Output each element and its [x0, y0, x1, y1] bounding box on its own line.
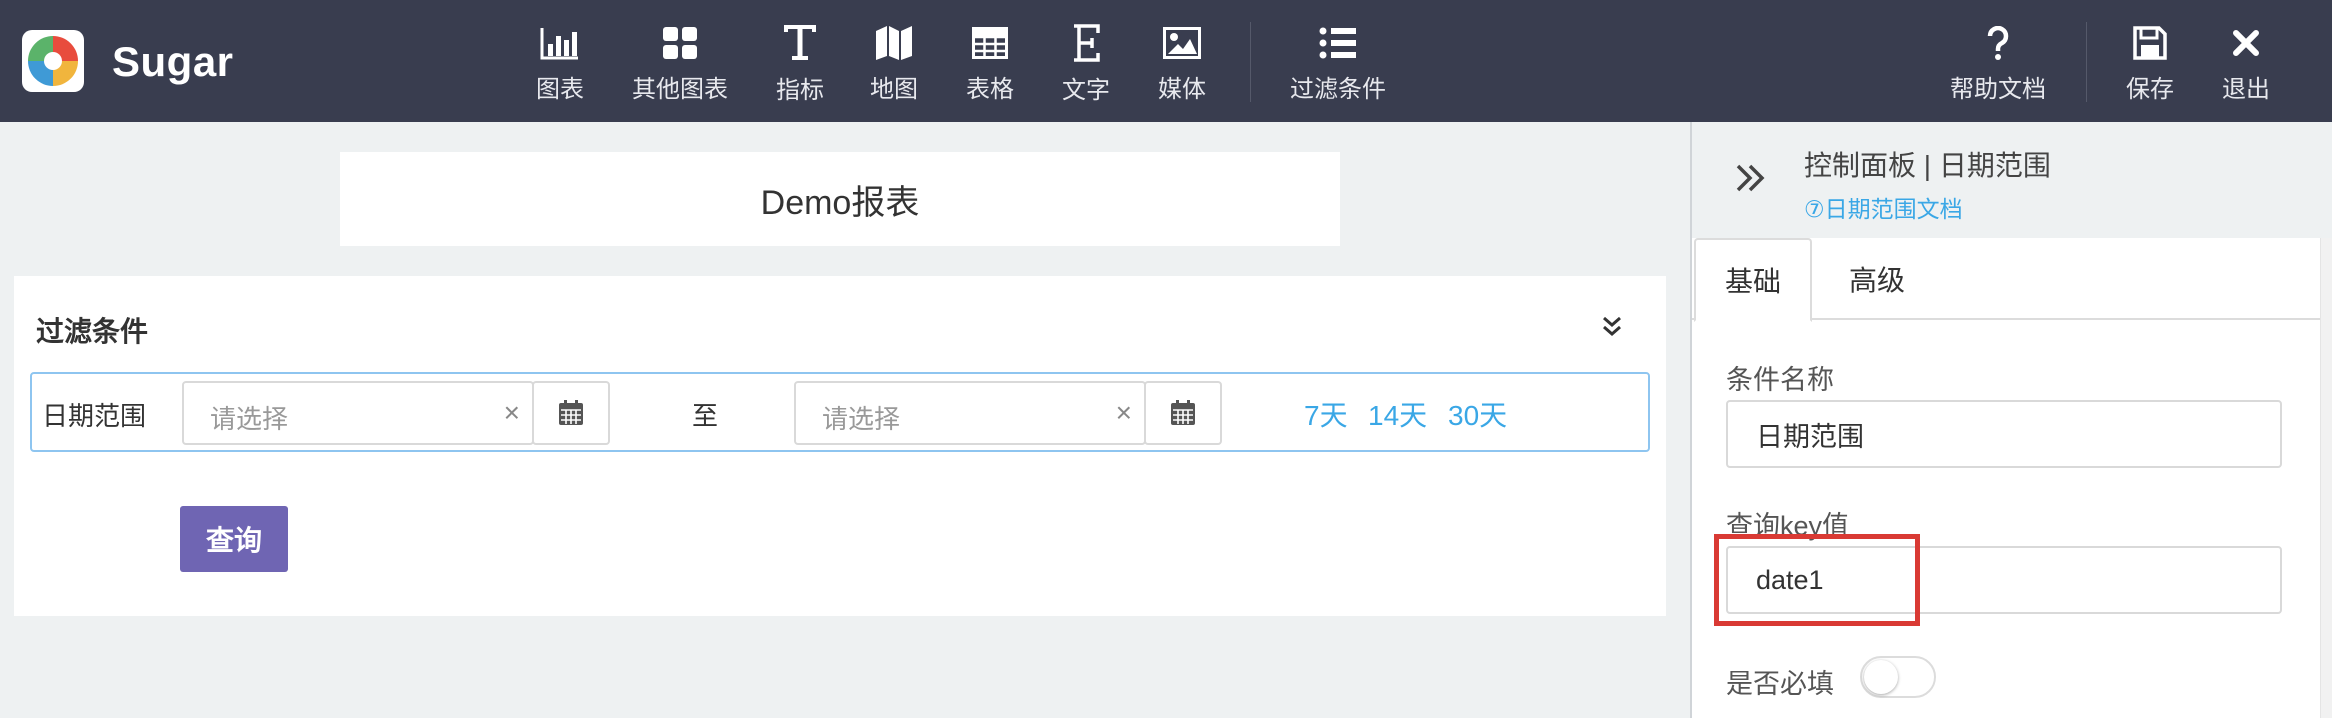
list-icon: [1319, 24, 1357, 61]
start-date-clear-icon[interactable]: ×: [504, 397, 520, 429]
toolbar-divider: [1250, 22, 1251, 102]
condition-name-label: 条件名称: [1726, 365, 1834, 395]
top-toolbar: Sugar 图表 其他图表 指标 地图 表格 文字 媒体 过滤条件 帮助文档 保…: [0, 0, 2332, 122]
date-range-docs-link[interactable]: ⑦日期范围文档: [1804, 190, 1963, 224]
toolbar-metric-label: 指标: [776, 77, 824, 104]
text-t-icon: [783, 24, 817, 62]
toolbar-other-charts-button[interactable]: 其他图表: [630, 24, 730, 104]
floppy-icon: [2133, 24, 2167, 61]
exit-button[interactable]: 退出: [2218, 24, 2274, 104]
panel-scrollbar[interactable]: [2320, 238, 2332, 718]
toggle-knob: [1864, 660, 1898, 694]
close-icon: [2232, 24, 2260, 61]
highlight-annotation-box: [1714, 534, 1920, 626]
toolbar-text-button[interactable]: 文字: [1058, 24, 1114, 104]
end-date-calendar-button[interactable]: [1144, 381, 1222, 445]
map-icon: [875, 24, 913, 61]
report-title-card[interactable]: Demo报表: [340, 152, 1340, 246]
help-docs-label: 帮助文档: [1950, 76, 2046, 103]
control-panel: 控制面板 | 日期范围 ⑦日期范围文档 基础 高级 条件名称 日期范围 查询ke…: [1690, 122, 2332, 718]
start-date-input[interactable]: 请选择 ×: [182, 381, 534, 445]
tab-advanced[interactable]: 高级: [1812, 238, 1942, 320]
toolbar-chart-label: 图表: [536, 76, 584, 103]
toolbar-table-button[interactable]: 表格: [962, 24, 1018, 104]
condition-name-field[interactable]: 日期范围: [1726, 400, 2282, 468]
toolbar-media-button[interactable]: 媒体: [1154, 24, 1210, 104]
calendar-icon: [559, 400, 583, 425]
question-icon: [1986, 24, 2010, 61]
range-separator: 至: [692, 401, 719, 431]
start-date-calendar-button[interactable]: [532, 381, 610, 445]
text-e-icon: [1071, 24, 1101, 62]
query-button[interactable]: 查询: [180, 506, 288, 572]
report-title: Demo报表: [760, 183, 920, 222]
condition-name-value: 日期范围: [1756, 421, 1864, 452]
tab-basic[interactable]: 基础: [1694, 238, 1812, 322]
toolbar-table-label: 表格: [966, 76, 1014, 103]
end-date-input[interactable]: 请选择 ×: [794, 381, 1146, 445]
quick-range-14-days[interactable]: 14天: [1368, 394, 1427, 434]
panel-tabs: 基础 高级: [1692, 238, 2320, 322]
toolbar-filter-label: 过滤条件: [1290, 76, 1386, 103]
required-label: 是否必填: [1726, 669, 1834, 699]
quick-range-7-days[interactable]: 7天: [1304, 394, 1348, 434]
start-date-placeholder: 请选择: [210, 404, 289, 434]
app-brand-name: Sugar: [112, 38, 234, 85]
toolbar-other-charts-label: 其他图表: [632, 76, 728, 103]
toolbar-text-label: 文字: [1062, 77, 1110, 104]
date-range-filter-row: 日期范围 请选择 × 至 请选择 × 7天 14天 30天: [30, 372, 1650, 452]
toolbar-media-label: 媒体: [1158, 76, 1206, 103]
toolbar-map-button[interactable]: 地图: [866, 24, 922, 104]
exit-label: 退出: [2222, 76, 2270, 103]
quick-range-30-days[interactable]: 30天: [1448, 394, 1507, 434]
required-toggle[interactable]: [1860, 656, 1936, 698]
end-date-placeholder: 请选择: [822, 404, 901, 434]
calendar-icon: [1171, 400, 1195, 425]
toolbar-divider: [2086, 22, 2087, 102]
toolbar-metric-button[interactable]: 指标: [772, 24, 828, 104]
toolbar-chart-button[interactable]: 图表: [532, 24, 588, 104]
filter-title: 过滤条件: [36, 316, 149, 347]
collapse-chevrons-icon[interactable]: [1598, 312, 1626, 340]
double-chevron-right-icon[interactable]: [1730, 158, 1770, 198]
sugar-logo-icon: [22, 30, 84, 92]
save-label: 保存: [2126, 76, 2174, 103]
end-date-clear-icon[interactable]: ×: [1116, 397, 1132, 429]
grid-icon: [662, 24, 698, 61]
date-range-label: 日期范围: [42, 401, 147, 431]
filter-panel: 过滤条件 日期范围 请选择 × 至 请选择 × 7天 14天 30天 查询: [14, 276, 1666, 616]
save-button[interactable]: 保存: [2122, 24, 2178, 104]
table-icon: [972, 24, 1008, 61]
toolbar-map-label: 地图: [870, 76, 918, 103]
bar-chart-icon: [540, 24, 580, 61]
help-docs-button[interactable]: 帮助文档: [1948, 24, 2048, 104]
control-panel-title: 控制面板 | 日期范围: [1804, 150, 2051, 181]
control-panel-header: 控制面板 | 日期范围 ⑦日期范围文档: [1692, 122, 2332, 238]
image-icon: [1163, 24, 1201, 61]
toolbar-filter-button[interactable]: 过滤条件: [1288, 24, 1388, 104]
